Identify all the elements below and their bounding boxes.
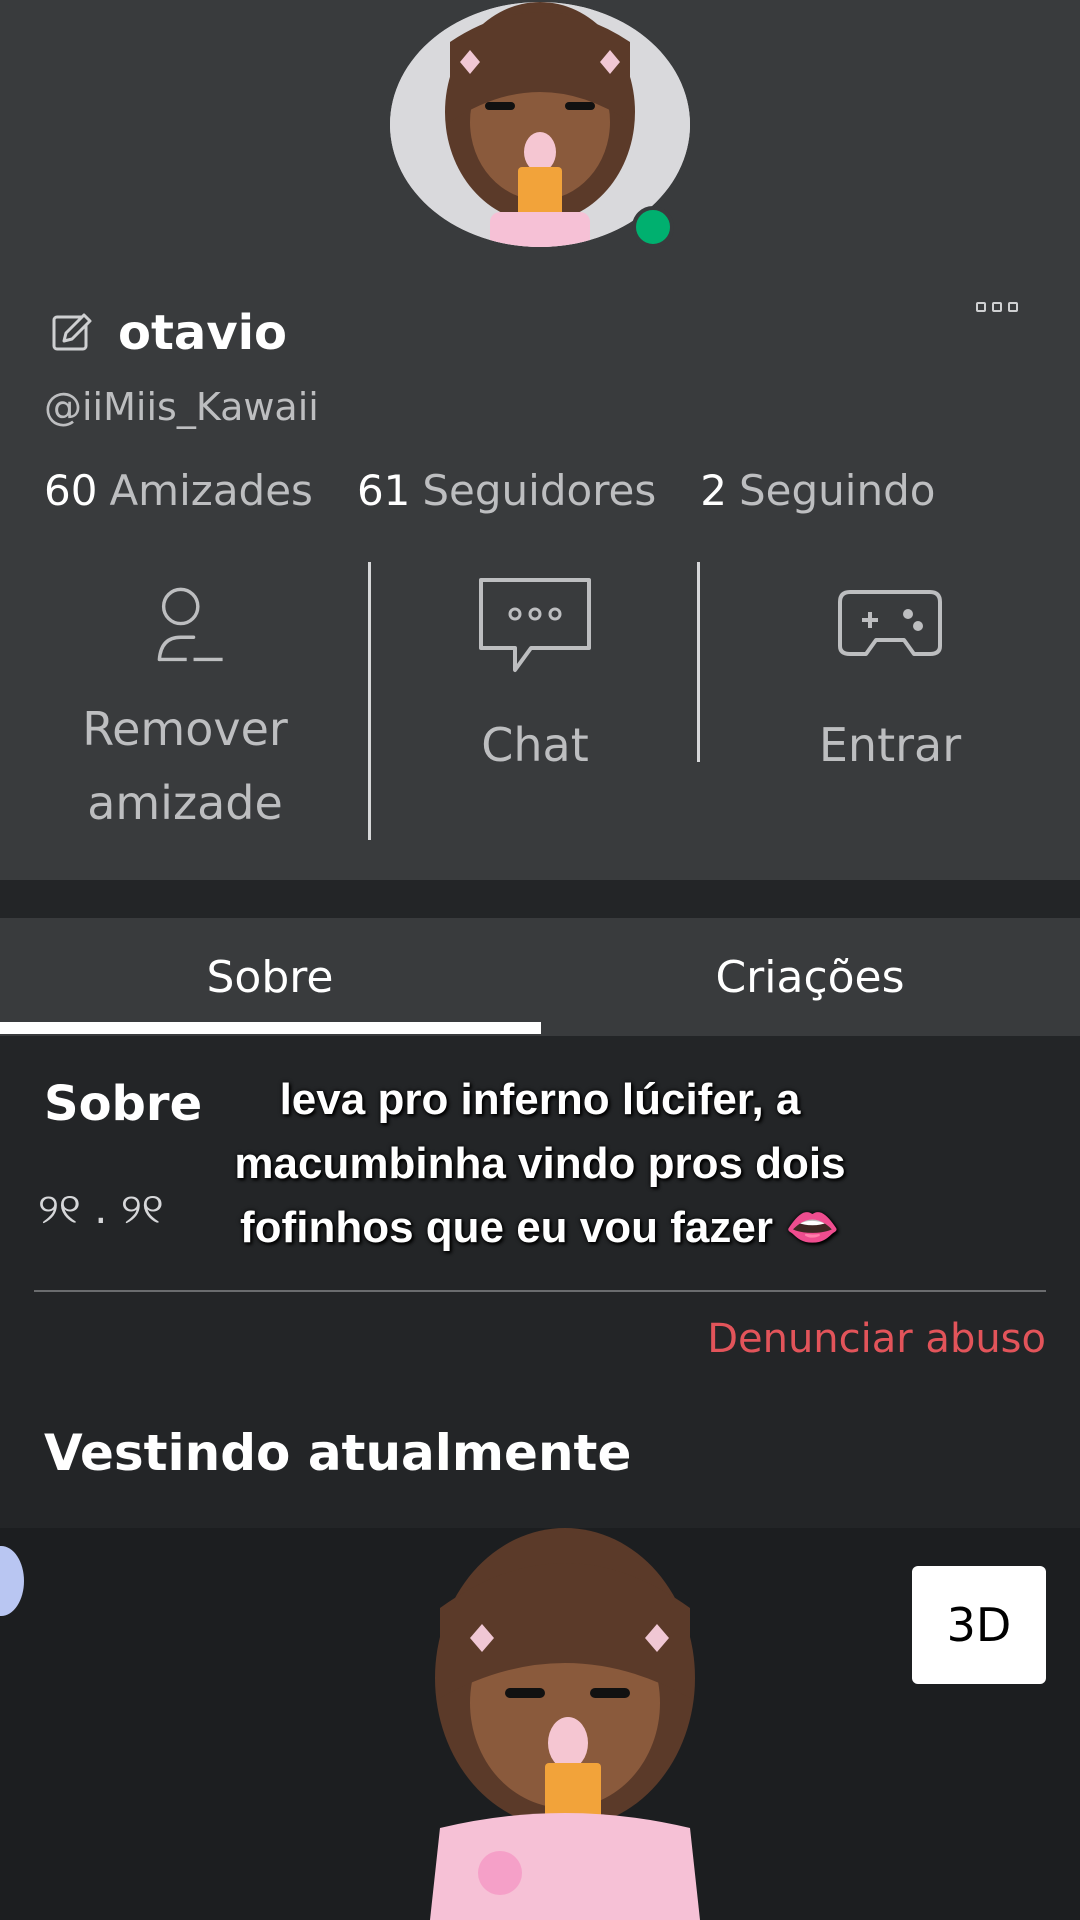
remove-friend-label: Remover amizade xyxy=(82,702,288,830)
divider xyxy=(697,562,700,762)
friends-count: 60 xyxy=(44,466,98,515)
chat-label: Chat xyxy=(481,718,589,772)
section-gap xyxy=(0,880,1080,918)
remove-friend-icon xyxy=(157,587,223,662)
following-stat[interactable]: 2 Seguindo xyxy=(700,466,935,515)
followers-stat[interactable]: 61 Seguidores xyxy=(357,466,656,515)
chat-button[interactable]: Chat xyxy=(370,560,700,840)
active-tab-indicator xyxy=(0,1022,541,1034)
video-caption: leva pro inferno lúcifer, a macumbinha v… xyxy=(234,1075,846,1252)
followers-label: Seguidores xyxy=(422,466,657,515)
join-label: Entrar xyxy=(818,718,962,772)
more-dot-icon xyxy=(976,302,986,312)
friends-stat[interactable]: 60 Amizades xyxy=(44,466,313,515)
tab-about-label: Sobre xyxy=(206,951,334,1003)
following-label: Seguindo xyxy=(739,466,936,515)
tab-about[interactable]: Sobre xyxy=(0,918,540,1036)
edit-icon[interactable] xyxy=(50,311,94,355)
following-count: 2 xyxy=(700,466,727,515)
tab-creations[interactable]: Criações xyxy=(540,918,1080,1036)
avatar-3d-viewer[interactable]: 3D xyxy=(0,1528,1080,1920)
followers-count: 61 xyxy=(356,466,411,515)
more-options-button[interactable] xyxy=(976,302,1018,312)
view-3d-button[interactable]: 3D xyxy=(912,1566,1046,1684)
join-game-button[interactable]: Entrar xyxy=(700,560,1080,840)
username: @iiMiis_Kawaii xyxy=(44,385,319,429)
tab-creations-label: Criações xyxy=(715,951,905,1003)
divider xyxy=(368,562,371,840)
friends-label: Amizades xyxy=(109,466,313,515)
stats-row: 60 Amizades 61 Seguidores 2 Seguindo xyxy=(44,466,979,515)
divider xyxy=(34,1290,1046,1292)
gamepad-icon xyxy=(838,590,942,656)
profile-header: otavio @iiMiis_Kawaii 60 Amizades 61 Segui… xyxy=(0,0,1080,880)
name-row: otavio xyxy=(50,305,287,361)
about-text: ୨୧ . ୨୧ xyxy=(38,1184,164,1233)
report-abuse-link[interactable]: Denunciar abuso xyxy=(707,1316,1046,1362)
more-dot-icon xyxy=(992,302,1002,312)
online-status-indicator xyxy=(632,206,674,248)
chat-icon xyxy=(479,578,591,672)
about-title: Sobre xyxy=(44,1076,203,1132)
more-dot-icon xyxy=(1008,302,1018,312)
tab-bar: Sobre Criações xyxy=(0,918,1080,1036)
display-name: otavio xyxy=(118,305,288,361)
action-buttons: Remover amizade Chat Entrar xyxy=(0,560,1080,840)
wearing-title: Vestindo atualmente xyxy=(44,1424,632,1482)
remove-friend-button[interactable]: Remover amizade xyxy=(0,560,370,840)
